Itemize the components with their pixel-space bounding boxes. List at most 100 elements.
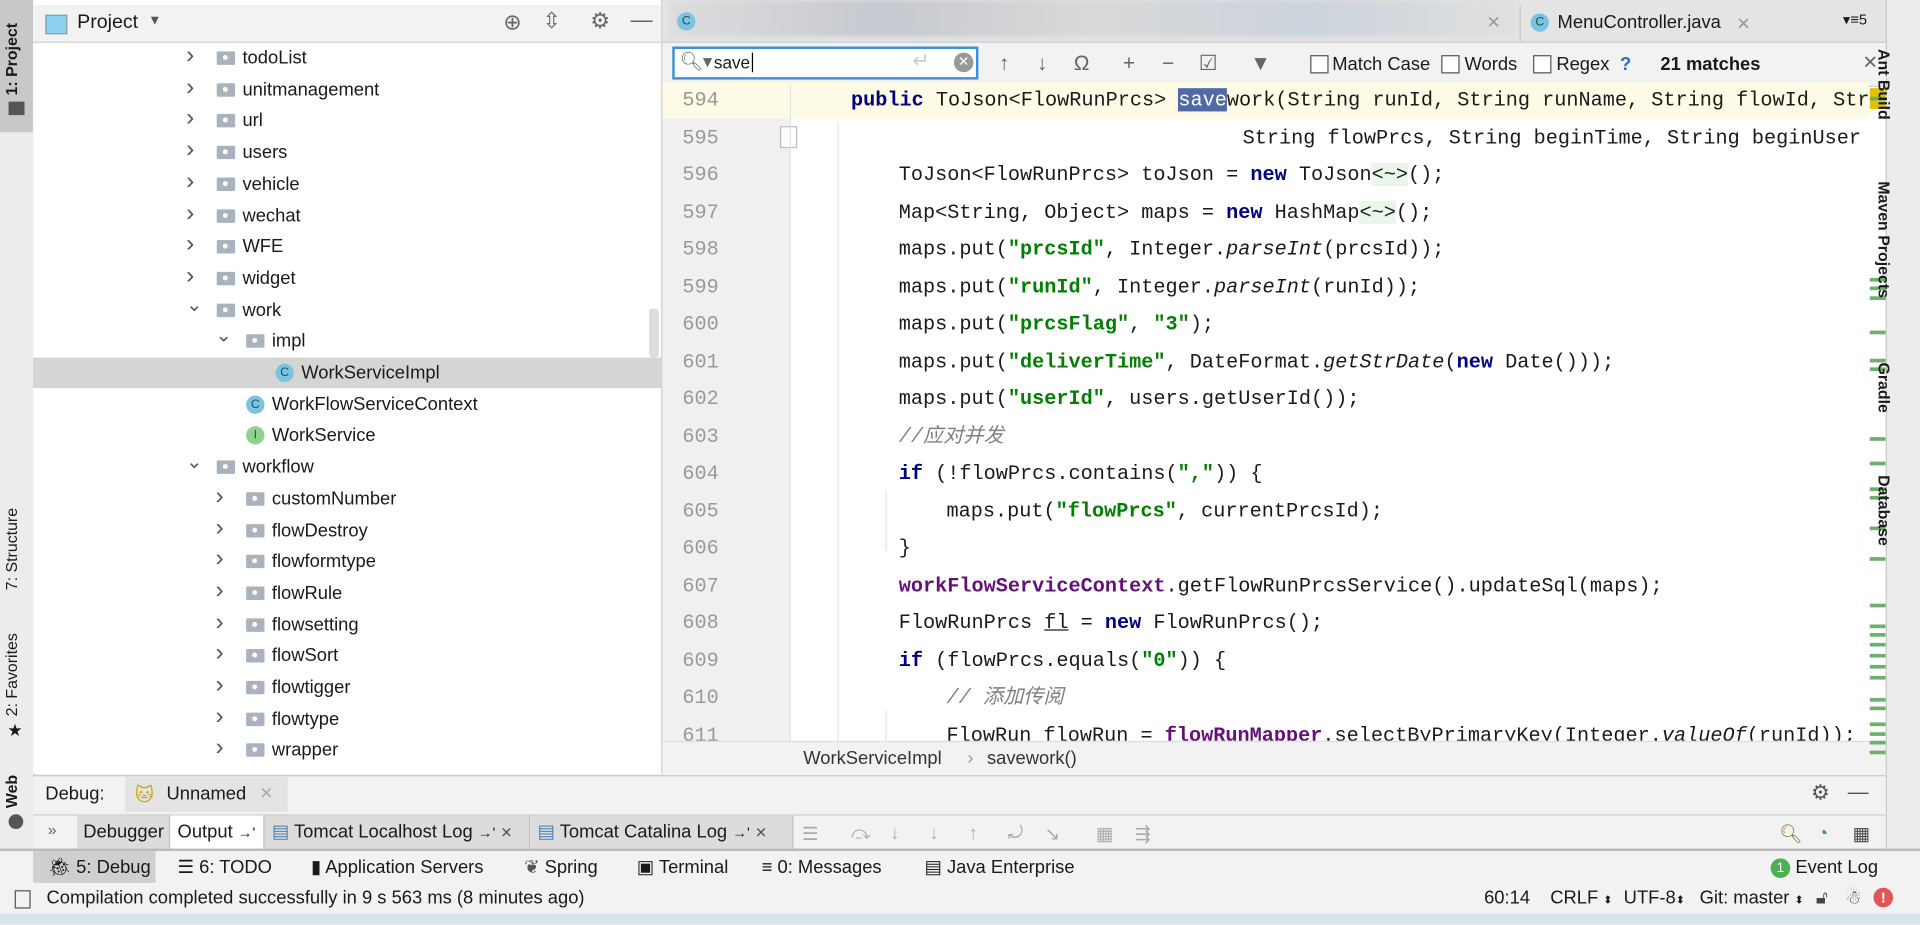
show-frame-icon[interactable]: ☰ xyxy=(802,823,818,845)
regex-label[interactable]: Regex xyxy=(1556,54,1609,75)
gear-icon[interactable]: ⚙ xyxy=(1811,781,1830,805)
status-message[interactable]: Compilation completed successfully in 9 … xyxy=(47,883,585,914)
tree-item[interactable]: › flowRule xyxy=(33,575,661,609)
change-marker[interactable] xyxy=(1869,697,1886,702)
breadcrumb-class[interactable]: WorkServiceImpl xyxy=(803,742,941,775)
evaluate-icon[interactable]: ▦ xyxy=(1096,823,1113,845)
chevron-right-icon[interactable]: › xyxy=(216,670,224,701)
code-line[interactable]: 594 public ToJson<FlowRunPrcs> savework(S… xyxy=(662,82,1882,119)
profiler-icon[interactable]: ◔ xyxy=(1817,823,1828,844)
change-marker[interactable] xyxy=(1869,722,1886,727)
tree-item[interactable]: › vehicle xyxy=(33,168,661,200)
code-line[interactable]: 605 maps.put("flowPrcs", currentPrcsId); xyxy=(662,493,1868,530)
tab-tomcat-catalina-log[interactable]: ▤ Tomcat Catalina Log →' ✕ xyxy=(530,815,794,849)
step-over-icon[interactable]: ⤼ xyxy=(851,823,871,844)
match-case-label[interactable]: Match Case xyxy=(1332,54,1430,75)
tree-item[interactable]: ⌄ workflow xyxy=(33,452,661,483)
words-checkbox[interactable] xyxy=(1441,55,1460,74)
change-marker[interactable] xyxy=(1869,437,1886,441)
chevron-right-icon[interactable]: › xyxy=(216,733,224,764)
tree-item[interactable]: › users xyxy=(33,135,661,168)
tree-item[interactable]: ⌄ impl xyxy=(33,326,661,357)
next-occurrence-icon[interactable]: ↓ xyxy=(1037,51,1047,75)
clear-search-icon[interactable]: ✕ xyxy=(953,52,974,73)
toggle-tool-windows-icon[interactable] xyxy=(14,890,31,909)
regex-help-link[interactable]: ? xyxy=(1620,54,1631,75)
change-marker[interactable] xyxy=(1869,732,1886,736)
tool-event-log[interactable]: 1 Event Log xyxy=(1770,851,1878,884)
tab-list-button[interactable]: ▾≡5 xyxy=(1843,11,1867,28)
tree-item[interactable]: › wechat xyxy=(33,199,661,231)
change-marker[interactable] xyxy=(1869,633,1886,637)
step-into-icon[interactable]: ↓ xyxy=(890,823,899,844)
tree-item[interactable]: › unitmanagement xyxy=(33,73,661,105)
chevron-right-icon[interactable]: › xyxy=(186,229,194,260)
search-field[interactable]: 🔍︎▾ save ↵ ✕ xyxy=(672,46,979,80)
tab-menu-controller[interactable]: C MenuController.java ✕ xyxy=(1519,4,1766,42)
regex-checkbox[interactable] xyxy=(1533,55,1552,74)
tool-messages[interactable]: ≡ 0: Messages xyxy=(762,851,882,884)
ant-build-tool-label[interactable]: Ant Build xyxy=(1875,49,1893,120)
change-marker[interactable] xyxy=(1869,624,1886,629)
tree-item[interactable]: › widget xyxy=(33,262,661,294)
change-marker[interactable] xyxy=(1869,664,1886,669)
tool-application-servers[interactable]: ▮ Application Servers xyxy=(311,851,483,884)
change-marker[interactable] xyxy=(1869,461,1886,466)
code-line[interactable]: 603 //应对并发 xyxy=(662,418,1868,455)
tree-scrollbar[interactable] xyxy=(648,308,659,358)
tree-item[interactable]: › flowformtype xyxy=(33,544,661,577)
close-icon[interactable]: ✕ xyxy=(755,824,767,841)
tab-debugger[interactable]: Debugger xyxy=(77,815,171,849)
layout-icon[interactable]: ▦ xyxy=(1853,823,1870,845)
select-all-occurrences-icon[interactable]: ☑ xyxy=(1199,51,1218,75)
database-tool-label[interactable]: Database xyxy=(1875,475,1893,546)
pin-icon[interactable]: →' xyxy=(478,824,496,841)
change-marker[interactable] xyxy=(1869,675,1886,680)
code-line[interactable]: 608 FlowRunPrcs fl = new FlowRunPrcs(); xyxy=(662,605,1868,642)
chevron-down-icon[interactable]: ⌄ xyxy=(186,290,202,321)
search-input[interactable]: save xyxy=(714,52,753,73)
chevron-right-icon[interactable]: › xyxy=(216,512,224,543)
chevron-right-icon[interactable]: › xyxy=(216,638,224,669)
minimize-icon[interactable]: — xyxy=(631,7,653,33)
tool-todo[interactable]: ☰ 6: TODO xyxy=(178,851,272,884)
chevron-right-icon[interactable]: › xyxy=(186,135,194,166)
change-marker[interactable] xyxy=(1869,642,1886,647)
chevron-right-icon[interactable]: › xyxy=(216,544,224,575)
code-line[interactable]: 610 // 添加传阅 xyxy=(662,680,1868,717)
change-marker[interactable] xyxy=(1869,750,1886,755)
tree-item[interactable]: › customNumber xyxy=(33,481,661,514)
project-view-selector[interactable]: Project xyxy=(77,12,138,34)
line-separator-selector[interactable]: CRLF ⬍ xyxy=(1550,883,1612,916)
chevron-right-icon[interactable]: › xyxy=(186,40,194,71)
tree-item[interactable]: › flowtigger xyxy=(33,670,661,703)
step-out-icon[interactable]: ↑ xyxy=(969,823,978,844)
force-step-into-icon[interactable]: ↓ xyxy=(929,823,938,844)
code-line[interactable]: 596 ToJson<FlowRunPrcs> toJson = new ToJs… xyxy=(662,157,1868,194)
search-icon[interactable]: 🔍︎▾ xyxy=(680,50,713,72)
error-icon[interactable]: ! xyxy=(1873,887,1894,908)
code-line[interactable]: 598 maps.put("prcsId", Integer.parseInt(p… xyxy=(662,231,1868,268)
tree-item[interactable]: ⌄ work xyxy=(33,295,661,326)
inspector-icon[interactable]: ☃ xyxy=(1845,883,1861,914)
inspect-icon[interactable]: 🔍︎ xyxy=(1779,823,1802,845)
chevron-right-icon[interactable]: › xyxy=(216,575,224,606)
previous-occurrence-icon[interactable]: ↑ xyxy=(999,51,1009,75)
structure-tool-label[interactable]: 7: Structure xyxy=(2,508,20,590)
project-tool-label[interactable]: 1: Project xyxy=(2,23,20,96)
tree-item[interactable]: › flowtype xyxy=(33,702,661,735)
code-line[interactable]: 597 Map<String, Object> maps = new HashMa… xyxy=(662,194,1868,231)
tab-output[interactable]: Output →' xyxy=(170,815,265,849)
tree-item[interactable]: › flowDestroy xyxy=(33,512,661,546)
tree-item[interactable]: › todoList xyxy=(33,40,661,74)
chevron-down-icon[interactable]: ⌄ xyxy=(186,447,202,478)
code-line[interactable]: 609 if (flowPrcs.equals("0")) { xyxy=(662,642,1868,679)
code-line[interactable]: 599 maps.put("runId", Integer.parseInt(ru… xyxy=(662,269,1868,306)
code-line[interactable]: 604 if (!flowPrcs.contains(",")) { xyxy=(662,456,1868,493)
tree-item[interactable]: I WorkService xyxy=(33,420,661,451)
chevron-right-icon[interactable]: › xyxy=(216,481,224,512)
code-line[interactable]: 607 workFlowServiceContext.getFlowRunPrcs… xyxy=(662,568,1868,605)
tree-item[interactable]: C WorkFlowServiceContext xyxy=(33,389,661,420)
tool-terminal[interactable]: ▣ Terminal xyxy=(637,851,729,884)
close-icon[interactable]: ✕ xyxy=(260,784,273,804)
